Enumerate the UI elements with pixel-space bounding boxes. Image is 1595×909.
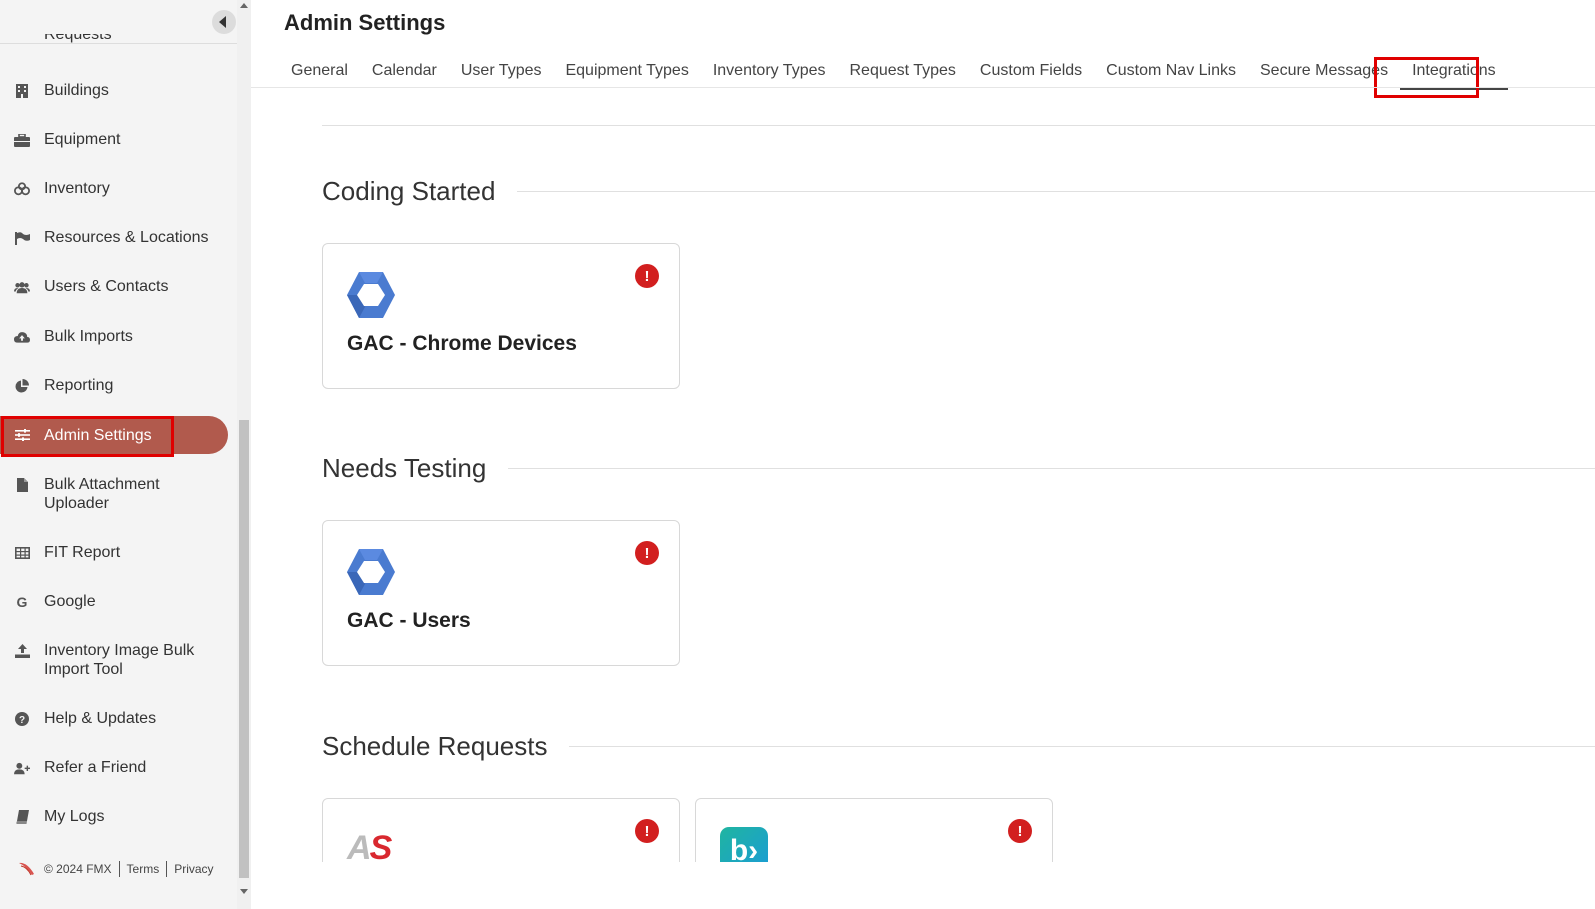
tab-secure-messages[interactable]: Secure Messages	[1248, 58, 1400, 90]
divider	[322, 125, 1595, 126]
tab-calendar[interactable]: Calendar	[360, 58, 449, 90]
users-icon	[14, 280, 30, 294]
alert-icon: !	[635, 264, 659, 288]
sidebar-item-label: Buildings	[44, 82, 109, 99]
chrome-enterprise-logo-icon	[347, 270, 395, 320]
sidebar-scrollbar[interactable]	[237, 0, 251, 909]
building-icon	[14, 84, 30, 98]
tab-general[interactable]: General	[279, 58, 360, 90]
user-plus-icon	[14, 761, 30, 775]
integration-card[interactable]: GAC - Chrome Devices !	[322, 243, 680, 389]
sidebar-item-label: Users & Contacts	[44, 278, 169, 295]
boxes-icon	[14, 182, 30, 196]
main-content: Admin Settings General Calendar User Typ…	[251, 0, 1595, 909]
tab-custom-fields[interactable]: Custom Fields	[968, 58, 1094, 90]
divider	[166, 861, 168, 877]
tab-equipment-types[interactable]: Equipment Types	[553, 58, 700, 90]
sidebar-item-label: Help & Updates	[44, 710, 157, 727]
sidebar: Requests Buildings Equipment Inventory R…	[0, 0, 237, 909]
sidebar-item-label: Inventory Image Bulk Import Tool	[44, 642, 195, 678]
sidebar-item-label: Bulk Imports	[44, 328, 133, 345]
sliders-icon	[14, 428, 30, 442]
divider	[118, 861, 120, 877]
toolbox-icon	[14, 133, 30, 147]
fmx-logo-icon	[18, 862, 36, 876]
flag-icon	[14, 231, 30, 245]
divider	[569, 746, 1595, 747]
sidebar-item-label: Inventory	[44, 180, 110, 197]
file-icon	[14, 478, 30, 492]
integration-card[interactable]: b› !	[695, 798, 1053, 862]
integration-card[interactable]: AS !	[322, 798, 680, 862]
scrollbar-thumb[interactable]	[239, 420, 249, 878]
b-logo-icon: b›	[720, 827, 768, 862]
upload-icon	[14, 644, 30, 658]
collapse-sidebar-button[interactable]	[212, 10, 236, 34]
question-circle-icon: ?	[14, 712, 30, 726]
section-title: Schedule Requests	[322, 731, 548, 761]
section-title: Needs Testing	[322, 453, 487, 483]
sidebar-item-label: FIT Report	[44, 544, 121, 561]
sidebar-item-label: Admin Settings	[44, 427, 152, 444]
integration-title: GAC - Users	[347, 609, 471, 632]
divider	[508, 468, 1595, 469]
divider	[517, 191, 1595, 192]
copyright-text: © 2024 FMX	[44, 862, 112, 876]
section-heading: Schedule Requests	[322, 731, 1595, 762]
sidebar-item-label: My Logs	[44, 808, 105, 825]
alert-icon: !	[1008, 819, 1032, 843]
sidebar-item-label: Bulk Attachment Uploader	[44, 476, 160, 512]
chrome-enterprise-logo-icon	[347, 547, 395, 597]
as-logo-icon: AS	[347, 829, 392, 862]
table-icon	[14, 546, 30, 560]
scroll-up-icon[interactable]	[240, 3, 248, 8]
integration-title: GAC - Chrome Devices	[347, 332, 577, 355]
sidebar-item-label: Google	[44, 593, 96, 610]
tab-inventory-types[interactable]: Inventory Types	[701, 58, 838, 90]
cards-clip: AS ! b› !	[251, 790, 1595, 862]
scroll-down-icon[interactable]	[240, 889, 248, 894]
sidebar-item-label: Reporting	[44, 377, 114, 394]
cloud-upload-icon	[14, 330, 30, 344]
google-icon: G	[16, 594, 28, 610]
alert-icon: !	[635, 541, 659, 565]
sidebar-item-admin-settings[interactable]: Admin Settings	[0, 416, 228, 454]
book-icon	[14, 810, 30, 824]
pie-chart-icon	[14, 379, 30, 393]
sidebar-item-label: Equipment	[44, 131, 121, 148]
terms-link[interactable]: Terms	[127, 862, 160, 876]
privacy-link[interactable]: Privacy	[174, 862, 213, 876]
tab-user-types[interactable]: User Types	[449, 58, 554, 90]
sidebar-item-label: Resources & Locations	[44, 229, 209, 246]
sidebar-item-label: Refer a Friend	[44, 759, 147, 776]
alert-icon: !	[635, 819, 659, 843]
integration-card[interactable]: GAC - Users !	[322, 520, 680, 666]
settings-tabs: General Calendar User Types Equipment Ty…	[279, 58, 1508, 90]
divider	[251, 87, 1595, 88]
section-title: Coding Started	[322, 176, 496, 206]
svg-text:?: ?	[19, 715, 25, 726]
page-title: Admin Settings	[284, 10, 446, 35]
tab-integrations[interactable]: Integrations	[1400, 58, 1508, 90]
tab-request-types[interactable]: Request Types	[837, 58, 967, 90]
tab-custom-nav-links[interactable]: Custom Nav Links	[1094, 58, 1248, 90]
section-heading: Needs Testing	[322, 453, 1595, 484]
sidebar-footer: © 2024 FMX Terms Privacy	[18, 861, 214, 877]
section-heading: Coding Started	[322, 176, 1595, 207]
divider	[0, 43, 237, 44]
